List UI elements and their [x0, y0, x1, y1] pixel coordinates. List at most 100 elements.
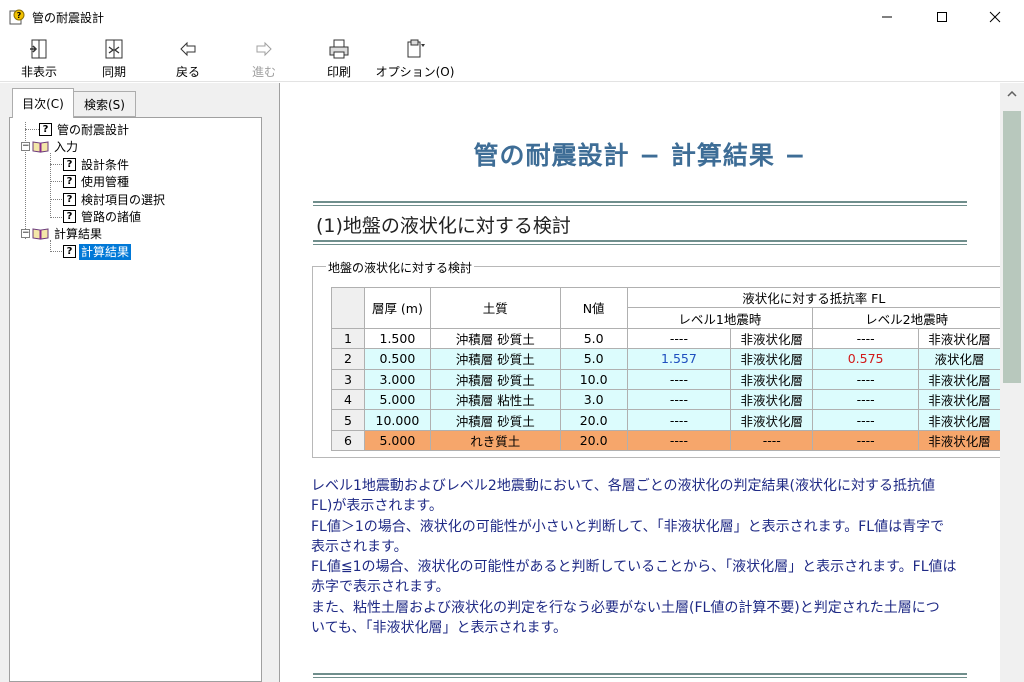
- cell-l1-fl: ----: [626, 409, 732, 431]
- cell-soil: 沖積層 砂質土: [429, 368, 561, 390]
- tree-item-pipeline-values[interactable]: ? 管路の諸値: [63, 208, 143, 225]
- cell-n-value: 10.0: [559, 368, 628, 390]
- tree-item-label: 計算結果: [54, 226, 103, 241]
- tree-line: [50, 181, 64, 182]
- tree-line: [50, 164, 64, 165]
- tree-item-label: 使用管種: [81, 174, 130, 189]
- sync-label: 同期: [101, 65, 126, 79]
- cell-soil: 沖積層 砂質土: [429, 409, 561, 431]
- tree-item-label: 管の耐震設計: [57, 122, 130, 137]
- header-fl-group: 液状化に対する抵抗率 FL: [626, 286, 1000, 309]
- cell-thickness: 1.500: [363, 327, 431, 350]
- tree-item-pipe-seismic[interactable]: ? 管の耐震設計: [39, 121, 131, 138]
- options-button[interactable]: オプション(O): [376, 36, 454, 80]
- tree-line: [50, 217, 64, 218]
- tree-item-label: 管路の諸値: [81, 209, 142, 224]
- back-button[interactable]: 戻る: [170, 36, 206, 80]
- close-icon: [989, 11, 1001, 23]
- cell-l2-fl: 0.575: [812, 348, 919, 370]
- sync-button[interactable]: 同期: [96, 36, 132, 80]
- tree-line: [25, 129, 39, 130]
- cell-l1-judge: 非液状化層: [730, 327, 814, 350]
- cell-l2-judge: 非液状化層: [917, 388, 1000, 411]
- vertical-scrollbar[interactable]: [1000, 83, 1024, 682]
- header-n-value: N値: [559, 287, 628, 329]
- svg-text:?: ?: [17, 11, 22, 20]
- open-book-icon: [32, 141, 49, 153]
- tree-item-pipe-type[interactable]: ? 使用管種: [63, 173, 131, 190]
- tree-item-check-items[interactable]: ? 検討項目の選択: [63, 191, 167, 208]
- forward-arrow-icon: [256, 41, 272, 57]
- print-icon: [329, 39, 349, 59]
- tree-item-label-selected: 計算結果: [79, 243, 132, 260]
- liquefaction-table: 層厚 (m) 土質 N値 液状化に対する抵抗率 FL レベル1地震時 レベル2地…: [331, 286, 1000, 452]
- window-title: 管の耐震設計: [32, 11, 105, 25]
- contents-tree: ? 管の耐震設計 − 入力 ? 設計条件 ? 使用管種 ? 検討項目の選択 ? …: [9, 117, 262, 682]
- maximize-button[interactable]: [919, 0, 965, 34]
- table-row: 3 3.000 沖積層 砂質土 10.0 ---- 非液状化層 ---- 非液状…: [331, 368, 1000, 390]
- options-label: オプション(O): [375, 65, 455, 79]
- row-number: 6: [331, 429, 365, 452]
- scroll-up-button[interactable]: [1000, 83, 1024, 105]
- header-level2: レベル2地震時: [812, 307, 1000, 329]
- cell-soil: 沖積層 砂質土: [429, 327, 561, 350]
- tree-item-input[interactable]: − 入力: [21, 138, 80, 155]
- cell-thickness: 10.000: [363, 409, 431, 431]
- cell-l1-fl: ----: [626, 388, 732, 411]
- text-line: 赤字で表示されます。: [311, 579, 450, 596]
- forward-button[interactable]: 進む: [246, 36, 282, 80]
- text-line: 表示されます。: [311, 538, 408, 555]
- cell-soil: 沖積層 粘性土: [429, 388, 561, 411]
- hide-button[interactable]: 非表示: [17, 36, 61, 80]
- cell-thickness: 0.500: [363, 348, 431, 370]
- toolbar: 非表示 同期 戻る 進む 印刷 オプション(O): [0, 34, 1024, 82]
- collapse-icon[interactable]: −: [21, 142, 30, 151]
- row-number: 3: [331, 368, 365, 390]
- divider: [313, 201, 967, 206]
- tree-line: [50, 199, 64, 200]
- tree-item-design-conditions[interactable]: ? 設計条件: [63, 156, 131, 173]
- cell-l1-judge: 非液状化層: [730, 409, 814, 431]
- help-content: 管の耐震設計 − 計算結果 − (1)地盤の液状化に対する検討 地盤の液状化に対…: [280, 83, 1000, 682]
- collapse-icon[interactable]: −: [21, 229, 30, 238]
- tab-contents[interactable]: 目次(C): [12, 88, 74, 118]
- scroll-thumb[interactable]: [1003, 111, 1021, 383]
- cell-thickness: 3.000: [363, 368, 431, 390]
- help-topic-icon: ?: [63, 245, 76, 258]
- tree-item-results-page[interactable]: ? 計算結果: [63, 243, 132, 260]
- cell-l1-judge: 非液状化層: [730, 348, 814, 370]
- minimize-button[interactable]: [864, 0, 910, 34]
- navigation-pane: 目次(C) 検索(S) ? 管の耐震設計 − 入力 ? 設計条件 ? 使用管種 …: [0, 83, 272, 682]
- row-number: 1: [331, 327, 365, 350]
- header-corner: [331, 287, 365, 329]
- hide-pane-icon: [30, 39, 47, 59]
- close-button[interactable]: [972, 0, 1018, 34]
- divider: [313, 673, 967, 678]
- pane-splitter[interactable]: [272, 83, 280, 682]
- tree-item-label: 検討項目の選択: [81, 192, 166, 207]
- text-line: FL値＞1の場合、液状化の可能性が小さいと判断して、「非液状化層」と表示されます…: [311, 518, 945, 535]
- text-line: いても、「非液状化層」と表示されます。: [311, 620, 568, 637]
- section-heading: (1)地盤の液状化に対する検討: [316, 215, 571, 237]
- text-line: レベル1地震動およびレベル2地震動において、各層ごとの液状化の判定結果(液状化に…: [311, 478, 936, 494]
- cell-l1-fl: 1.557: [626, 348, 732, 370]
- tab-search[interactable]: 検索(S): [74, 91, 136, 117]
- cell-l2-judge: 非液状化層: [917, 429, 1000, 452]
- cell-n-value: 5.0: [559, 327, 628, 350]
- tree-line: [50, 153, 51, 218]
- page-title: 管の耐震設計 − 計算結果 −: [473, 141, 807, 170]
- title-bar: ? 管の耐震設計: [0, 0, 1024, 34]
- table-row: 2 0.500 沖積層 砂質土 5.0 1.557 非液状化層 0.575 液状…: [331, 348, 1000, 370]
- tree-line: [50, 251, 64, 252]
- cell-l2-fl: ----: [812, 388, 919, 411]
- cell-l2-judge: 非液状化層: [917, 368, 1000, 390]
- print-button[interactable]: 印刷: [321, 36, 357, 80]
- cell-l2-fl: ----: [812, 327, 919, 350]
- table-row: 4 5.000 沖積層 粘性土 3.0 ---- 非液状化層 ---- 非液状化…: [331, 388, 1000, 411]
- cell-l2-fl: ----: [812, 409, 919, 431]
- cell-l1-fl: ----: [626, 368, 732, 390]
- tree-item-results[interactable]: − 計算結果: [21, 225, 104, 242]
- cell-soil: 沖積層 砂質土: [429, 348, 561, 370]
- text-line: FL値≦1の場合、液状化の可能性があると判断していることから、「液状化層」と表示…: [311, 559, 957, 576]
- cell-l1-fl: ----: [626, 429, 732, 452]
